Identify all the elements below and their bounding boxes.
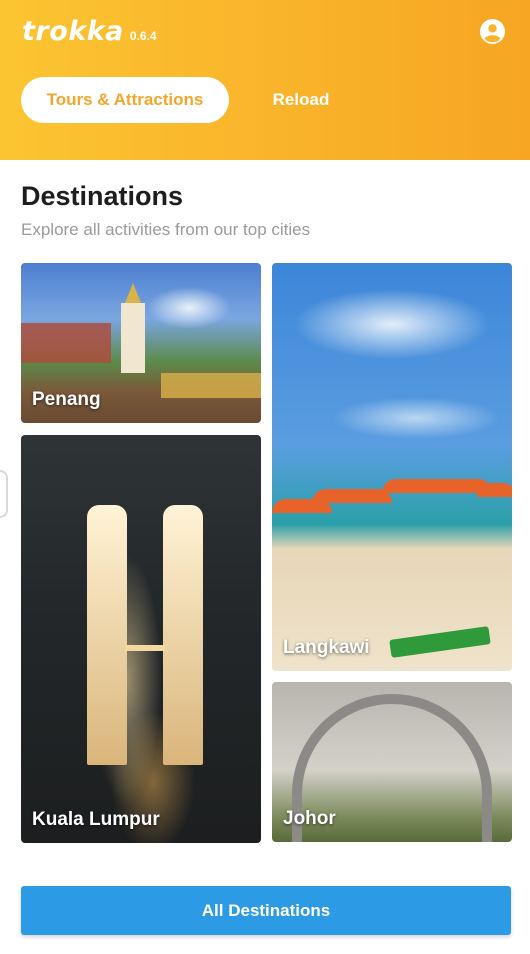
destination-card-langkawi[interactable]: Langkawi	[272, 263, 512, 671]
logo-text: trokka	[22, 16, 124, 47]
destination-label: Kuala Lumpur	[32, 809, 160, 830]
side-drawer-handle[interactable]	[0, 470, 8, 518]
petronas-tower-left	[87, 505, 127, 765]
all-destinations-button[interactable]: All Destinations	[21, 886, 511, 935]
destination-label: Penang	[32, 389, 101, 410]
beach-umbrella	[382, 479, 492, 493]
petronas-tower-right	[163, 505, 203, 765]
beach-mat	[389, 626, 491, 658]
beach-umbrella	[272, 499, 332, 513]
destination-card-kuala-lumpur[interactable]: Kuala Lumpur	[21, 435, 261, 843]
skybridge	[125, 645, 165, 651]
destination-label: Johor	[283, 808, 336, 829]
page-subtitle: Explore all activities from our top citi…	[21, 220, 311, 239]
page-title: Destinations	[21, 181, 184, 211]
beach-umbrella	[477, 483, 512, 497]
destination-card-johor[interactable]: Johor	[272, 682, 512, 842]
destination-card-penang[interactable]: Penang	[21, 263, 261, 423]
app-version: 0.6.4	[129, 29, 157, 43]
destination-label: Langkawi	[283, 637, 370, 658]
app-header: trokka 0.6.4 Tours & Attractions Reload	[0, 0, 530, 160]
app-logo: trokka 0.6.4	[22, 16, 157, 47]
tab-reload[interactable]: Reload	[250, 77, 352, 123]
tab-tours-attractions[interactable]: Tours & Attractions	[21, 77, 229, 123]
account-circle-icon[interactable]	[480, 19, 505, 44]
